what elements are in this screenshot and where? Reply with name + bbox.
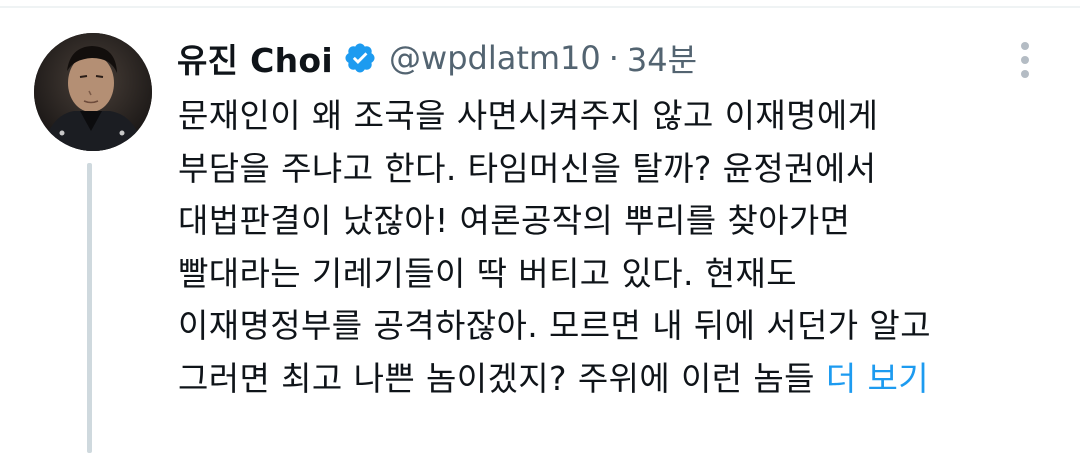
separator-dot: · [608,39,619,77]
tweet-text-line: 부담을 주냐고 한다. 타임머신을 탈까? 윤정권에서 [178,148,877,188]
more-options-button[interactable] [1008,38,1042,82]
tweet-text-line: 문재인이 왜 조국을 사면시켜주지 않고 이재명에게 [178,96,879,135]
top-divider [0,6,1080,8]
tweet-text-fragment: 그러면 최고 나쁜 놈이겠지? 주위에 이런 놈들 [178,358,815,398]
thread-connector-line [87,163,92,453]
author-handle[interactable]: @wpdlatm10 [389,39,601,77]
tweet-text-line: 이재명정부를 공격하잖아. 모르면 내 뒤에 서던가 알고 [178,306,931,345]
tweet-text: 문재인이 왜 조국을 사면시켜주지 않고 이재명에게 부담을 주냐고 한다. 타… [178,90,1058,405]
more-vertical-icon [1021,42,1029,78]
display-name[interactable]: 유진 Choi [177,34,333,82]
timestamp[interactable]: 34분 [627,35,697,81]
profile-photo-icon [34,33,152,151]
tweet-text-line: 빨대라는 기레기들이 딱 버티고 있다. 현재도 [178,253,798,293]
show-more-link[interactable]: 더 보기 [826,359,929,398]
tweet-text-line-last: 그러면 최고 나쁜 놈이겠지? 주위에 이런 놈들 더 보기 [178,353,1058,406]
tweet-text-line: 대법판결이 났잖아! 여론공작의 뿌리를 찾아가면 [178,201,851,240]
tweet-header: 유진 Choi @wpdlatm10 · 34분 [177,30,697,86]
avatar[interactable] [34,33,152,151]
verified-badge-icon [343,41,377,75]
